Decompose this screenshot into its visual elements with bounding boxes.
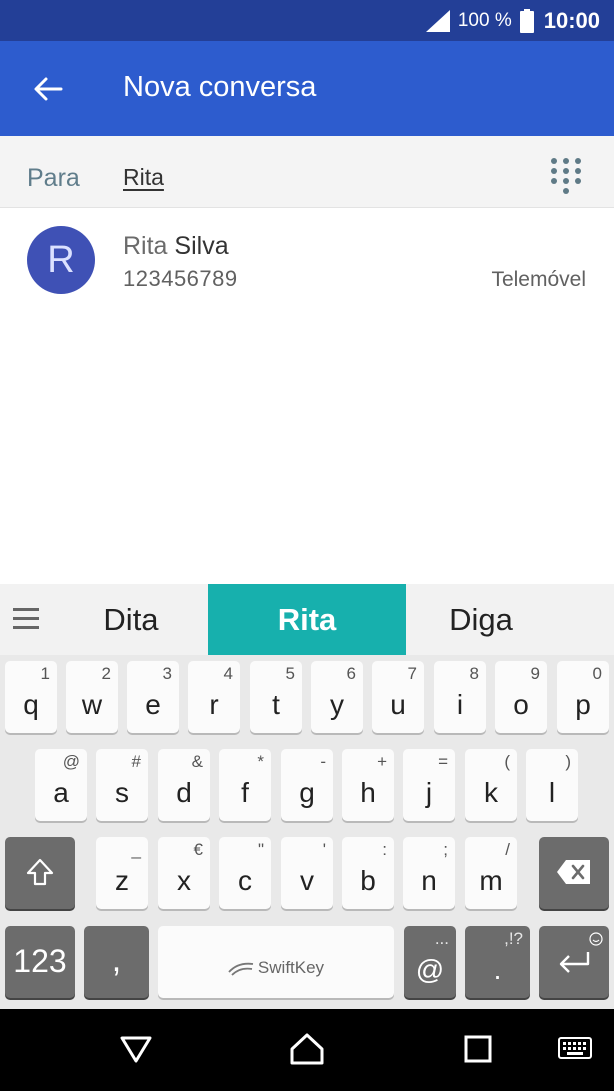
- key-u[interactable]: 7u: [372, 661, 424, 733]
- contact-name: Rita Silva: [123, 232, 229, 261]
- status-bar: 100 % 10:00: [0, 0, 614, 41]
- app-bar: Nova conversa: [0, 41, 614, 136]
- key-y[interactable]: 6y: [311, 661, 363, 733]
- key-m[interactable]: / m: [465, 837, 517, 909]
- nav-keyboard-button[interactable]: [555, 1029, 595, 1069]
- contact-number-type: Telemóvel: [491, 268, 586, 291]
- suggestion-dita[interactable]: Dita: [54, 584, 208, 655]
- key-c[interactable]: " c: [219, 837, 271, 909]
- key-i[interactable]: 8i: [434, 661, 486, 733]
- key-p[interactable]: 0p: [557, 661, 609, 733]
- key-h[interactable]: + h: [342, 749, 394, 821]
- dialpad-icon[interactable]: [548, 155, 584, 199]
- page-title: Nova conversa: [123, 71, 317, 103]
- backspace-icon: [557, 860, 590, 884]
- key-t[interactable]: 5t: [250, 661, 302, 733]
- key-r[interactable]: 4r: [188, 661, 240, 733]
- key-g[interactable]: -g: [281, 749, 333, 821]
- suggestion-rita[interactable]: Rita: [208, 584, 406, 655]
- battery-percent: 100 %: [457, 9, 512, 31]
- space-key[interactable]: SwiftKey: [158, 926, 394, 998]
- key-l[interactable]: ) l: [526, 749, 578, 821]
- key-b[interactable]: :b: [342, 837, 394, 909]
- menu-icon[interactable]: [12, 606, 40, 632]
- navigation-bar: [0, 1009, 614, 1091]
- key-f[interactable]: * f: [219, 749, 271, 821]
- back-button[interactable]: [26, 67, 70, 111]
- contact-number: 123456789: [123, 266, 238, 291]
- shift-icon: [26, 858, 54, 886]
- to-label: Para: [27, 164, 80, 192]
- suggestion-diga[interactable]: Diga: [406, 584, 556, 655]
- battery-icon: [519, 8, 534, 33]
- recipient-input[interactable]: Rita: [123, 164, 164, 191]
- nav-recents-button[interactable]: [458, 1029, 498, 1069]
- key-e[interactable]: 3e: [127, 661, 179, 733]
- nav-back-button[interactable]: [116, 1029, 156, 1069]
- enter-icon: [559, 952, 590, 973]
- enter-key[interactable]: [539, 926, 609, 998]
- smiley-icon: [589, 932, 603, 946]
- keyboard-switch-icon: [558, 1037, 592, 1059]
- key-w[interactable]: 2w: [66, 661, 118, 733]
- clock: 10:00: [543, 7, 600, 33]
- shift-key[interactable]: [5, 837, 75, 909]
- avatar: R: [27, 226, 95, 294]
- swiftkey-logo: SwiftKey: [158, 958, 394, 978]
- keyboard-suggestion-bar: Dita Rita Diga: [0, 584, 614, 655]
- at-key[interactable]: ... @: [404, 926, 456, 998]
- period-key[interactable]: ,!?.: [465, 926, 530, 998]
- back-triangle-icon: [120, 1036, 152, 1063]
- key-z[interactable]: _ z: [96, 837, 148, 909]
- back-arrow-icon: [34, 77, 63, 101]
- key-x[interactable]: € x: [158, 837, 210, 909]
- recents-icon: [464, 1035, 492, 1063]
- keyboard: 1q 2w 3e 4r 5t 6y 7u 8i 9o 0p @ a # s & d *…: [0, 655, 614, 1009]
- swiftkey-icon: [228, 962, 254, 976]
- contact-name-match: Rita: [123, 232, 168, 260]
- key-d[interactable]: & d: [158, 749, 210, 821]
- key-j[interactable]: = j: [403, 749, 455, 821]
- space-brand-label: SwiftKey: [257, 958, 325, 977]
- key-q[interactable]: 1q: [5, 661, 57, 733]
- key-k[interactable]: (k: [465, 749, 517, 821]
- key-a[interactable]: @ a: [35, 749, 87, 821]
- contact-name-rest: Silva: [167, 232, 229, 260]
- backspace-key[interactable]: [539, 837, 609, 909]
- contact-suggestion[interactable]: R Rita Silva 123456789 Telemóvel: [0, 208, 614, 308]
- key-s[interactable]: # s: [96, 749, 148, 821]
- nav-home-button[interactable]: [287, 1029, 327, 1069]
- key-v[interactable]: ' v: [281, 837, 333, 909]
- signal-icon: [425, 9, 450, 32]
- key-n[interactable]: ; n: [403, 837, 455, 909]
- home-icon: [290, 1033, 324, 1065]
- key-o[interactable]: 9o: [495, 661, 547, 733]
- recipient-bar: Para Rita: [0, 136, 614, 208]
- comma-key[interactable]: ,: [84, 926, 149, 998]
- numbers-key[interactable]: 123: [5, 926, 75, 998]
